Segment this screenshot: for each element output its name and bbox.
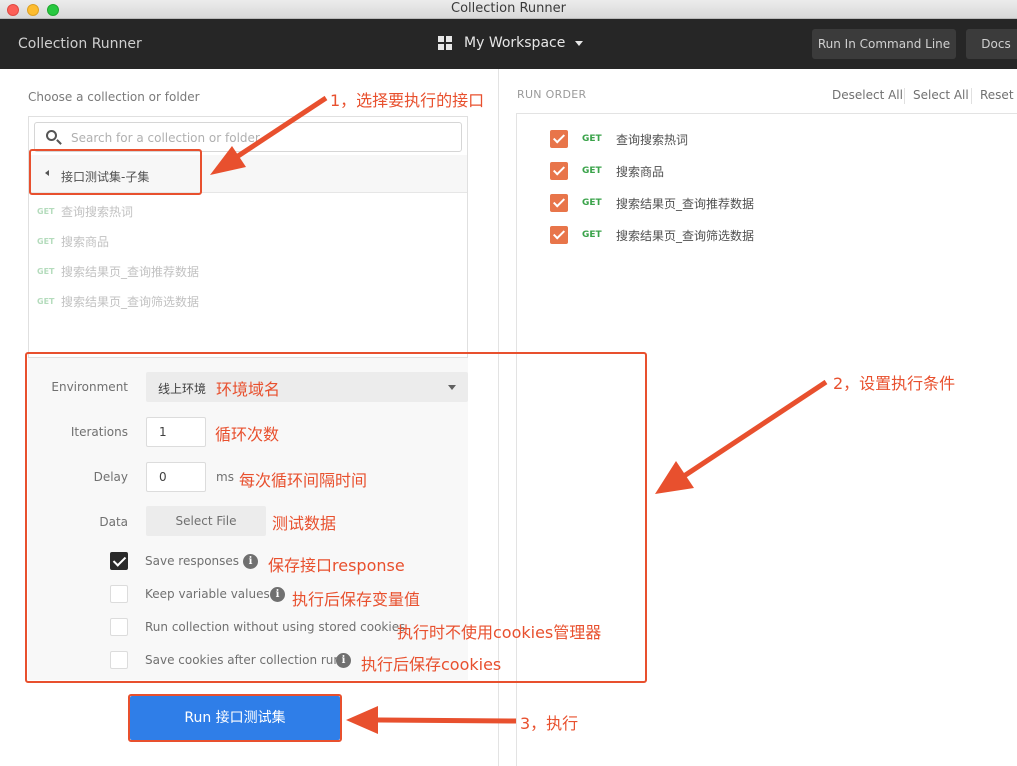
annotation-delay-note: 每次循环间隔时间 bbox=[239, 471, 368, 490]
annotation-iter-note: 循环次数 bbox=[215, 425, 280, 444]
arrow-step1 bbox=[230, 95, 328, 163]
arrow-step2 bbox=[682, 379, 828, 479]
annotation-step1: 1，选择要执行的接口 bbox=[330, 91, 485, 110]
annotation-env-note: 环境域名 bbox=[216, 380, 281, 399]
annotation-keep-var-note: 执行后保存变量值 bbox=[292, 590, 421, 609]
annotation-data-note: 测试数据 bbox=[272, 514, 337, 533]
annotation-step2: 2，设置执行条件 bbox=[833, 374, 956, 393]
arrow-step2-head bbox=[655, 461, 694, 494]
annotation-save-cookie-note: 执行后保存cookies bbox=[361, 655, 502, 674]
annotation-save-resp-note: 保存接口response bbox=[268, 556, 405, 575]
arrow-step3-head bbox=[346, 706, 378, 734]
arrow-step3 bbox=[375, 717, 517, 724]
annotation-step3: 3，执行 bbox=[520, 714, 579, 733]
arrow-step1-head bbox=[210, 146, 246, 175]
annotation-no-cookie-note: 执行时不使用cookies管理器 bbox=[397, 623, 602, 642]
